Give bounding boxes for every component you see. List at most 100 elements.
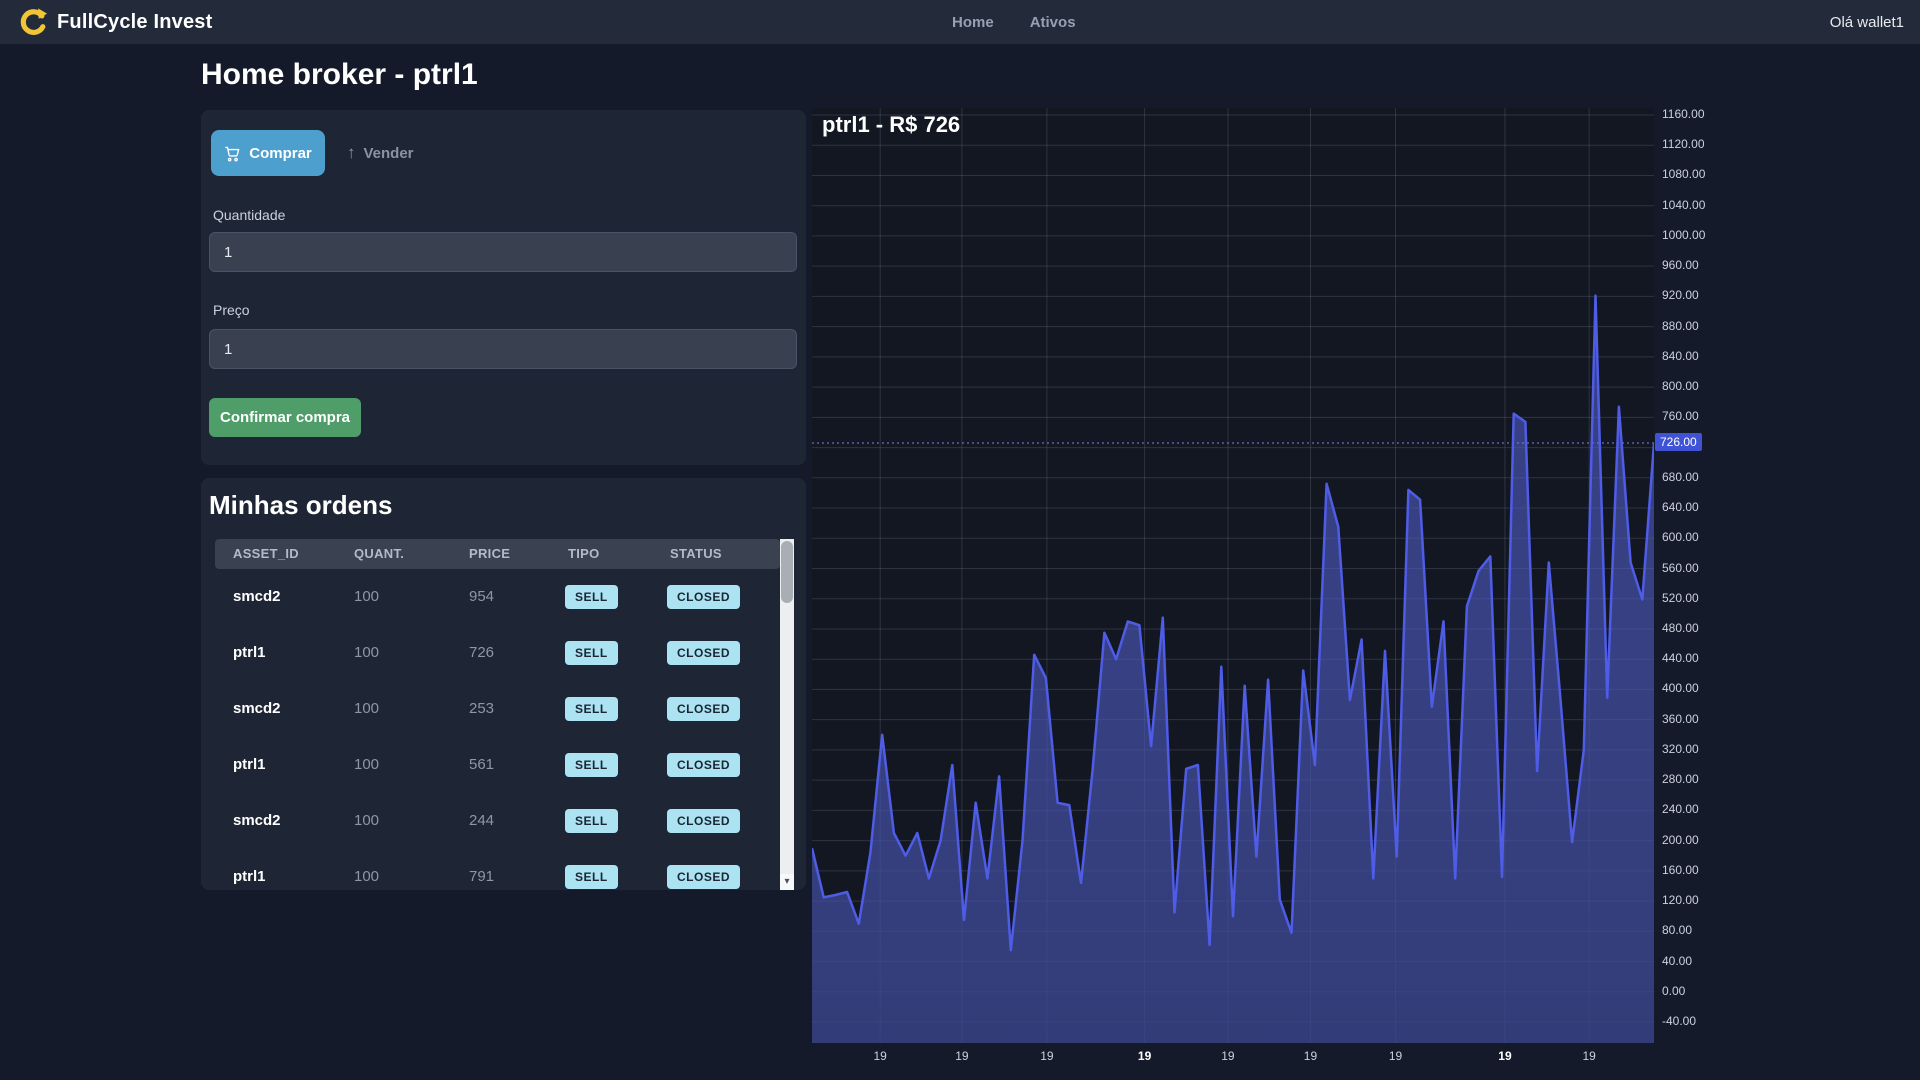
tipo-badge: SELL: [565, 697, 618, 721]
order-price: 954: [469, 569, 494, 625]
order-quant: 100: [354, 849, 379, 890]
tipo-badge: SELL: [565, 865, 618, 889]
y-axis-tick-label: 480.00: [1662, 621, 1732, 635]
y-axis-tick-label: 440.00: [1662, 651, 1732, 665]
y-axis-tick-label: 1080.00: [1662, 167, 1732, 181]
order-asset: smcd2: [233, 569, 281, 625]
scrollbar-down-button[interactable]: ▾: [780, 874, 794, 890]
order-price: 253: [469, 681, 494, 737]
order-quant: 100: [354, 737, 379, 793]
col-price: PRICE: [469, 539, 510, 569]
page-title: Home broker - ptrl1: [201, 58, 478, 92]
tab-comprar-label: Comprar: [249, 145, 312, 162]
order-price: 791: [469, 849, 494, 890]
price-chart-plot[interactable]: ptrl1 - R$ 726: [812, 108, 1654, 1043]
y-axis-tick-label: 160.00: [1662, 863, 1732, 877]
quantity-input[interactable]: [209, 232, 797, 272]
order-asset: smcd2: [233, 681, 281, 737]
y-axis-tick-label: 560.00: [1662, 561, 1732, 575]
order-quant: 100: [354, 569, 379, 625]
y-axis-tick-label: 840.00: [1662, 349, 1732, 363]
x-axis-tick-label: 19: [1215, 1049, 1241, 1063]
y-axis-tick-label: 280.00: [1662, 772, 1732, 786]
x-axis-tick-label: 19: [1034, 1049, 1060, 1063]
scrollbar-thumb[interactable]: [781, 541, 793, 603]
orders-table-header: ASSET_ID QUANT. PRICE TIPO STATUS: [215, 539, 780, 569]
col-quant: QUANT.: [354, 539, 404, 569]
y-axis-tick-label: 760.00: [1662, 409, 1732, 423]
x-axis-tick-label: 19: [1383, 1049, 1409, 1063]
y-axis-tick-label: 680.00: [1662, 470, 1732, 484]
y-axis-tick-label: 200.00: [1662, 833, 1732, 847]
x-axis-tick-label: 19: [1297, 1049, 1323, 1063]
y-axis-tick-label: 0.00: [1662, 984, 1732, 998]
y-axis-tick-label: 40.00: [1662, 954, 1732, 968]
order-asset: ptrl1: [233, 737, 266, 793]
x-axis-tick-label: 19: [867, 1049, 893, 1063]
status-badge: CLOSED: [667, 697, 740, 721]
y-axis-tick-label: 360.00: [1662, 712, 1732, 726]
y-axis-tick-label: 120.00: [1662, 893, 1732, 907]
current-price-badge: 726.00: [1655, 433, 1702, 451]
order-price: 726: [469, 625, 494, 681]
price-input[interactable]: [209, 329, 797, 369]
order-row: smcd2 100 954 SELL CLOSED: [215, 569, 780, 625]
orders-title: Minhas ordens: [209, 490, 392, 521]
tipo-badge: SELL: [565, 585, 618, 609]
order-row: smcd2 100 253 SELL CLOSED: [215, 681, 780, 737]
brand: FullCycle Invest: [18, 0, 212, 44]
status-badge: CLOSED: [667, 641, 740, 665]
order-asset: ptrl1: [233, 849, 266, 890]
y-axis-tick-label: 240.00: [1662, 802, 1732, 816]
col-asset-id: ASSET_ID: [233, 539, 299, 569]
main-nav: Home Ativos: [952, 0, 1076, 44]
x-axis-tick-label: 19: [1492, 1049, 1518, 1063]
status-badge: CLOSED: [667, 809, 740, 833]
user-greeting: Olá wallet1: [1830, 0, 1904, 44]
order-row: ptrl1100561SELLCLOSED: [215, 737, 780, 793]
tab-comprar[interactable]: Comprar: [211, 130, 325, 176]
order-price: 244: [469, 793, 494, 849]
order-asset: smcd2: [233, 793, 281, 849]
brand-logo-icon: [18, 7, 48, 37]
y-axis-tick-label: 1160.00: [1662, 107, 1732, 121]
order-row: ptrl1100791SELLCLOSED: [215, 849, 780, 890]
y-axis-tick-label: 880.00: [1662, 319, 1732, 333]
price-label: Preço: [213, 302, 250, 318]
app-root: FullCycle Invest Home Ativos Olá wallet1…: [0, 0, 1920, 1080]
arrow-up-icon: ↑: [347, 143, 356, 163]
y-axis-tick-label: 600.00: [1662, 530, 1732, 544]
order-asset: ptrl1: [233, 625, 266, 681]
orders-card: Minhas ordens ASSET_ID QUANT. PRICE TIPO…: [201, 478, 806, 890]
nav-home[interactable]: Home: [952, 14, 994, 31]
order-quant: 100: [354, 681, 379, 737]
y-axis-tick-label: 800.00: [1662, 379, 1732, 393]
y-axis-tick-label: 920.00: [1662, 288, 1732, 302]
y-axis-tick-label: 400.00: [1662, 681, 1732, 695]
confirm-buy-button[interactable]: Confirmar compra: [209, 398, 361, 437]
order-row: smcd2100244SELLCLOSED: [215, 793, 780, 849]
order-quant: 100: [354, 625, 379, 681]
app-header: FullCycle Invest Home Ativos Olá wallet1: [0, 0, 1920, 44]
orders-scrollbar[interactable]: ▾: [780, 539, 794, 890]
status-badge: CLOSED: [667, 585, 740, 609]
y-axis-tick-label: 520.00: [1662, 591, 1732, 605]
y-axis-tick-label: 1040.00: [1662, 198, 1732, 212]
y-axis-tick-label: 1000.00: [1662, 228, 1732, 242]
tab-vender[interactable]: ↑ Vender: [341, 130, 420, 176]
price-chart-canvas[interactable]: [812, 108, 1654, 1043]
col-tipo: TIPO: [568, 539, 600, 569]
trade-card: Comprar ↑ Vender Quantidade Preço Confir…: [201, 110, 806, 465]
tipo-badge: SELL: [565, 809, 618, 833]
order-row: ptrl1100726SELLCLOSED: [215, 625, 780, 681]
brand-title: FullCycle Invest: [57, 11, 212, 34]
order-price: 561: [469, 737, 494, 793]
nav-ativos[interactable]: Ativos: [1030, 14, 1076, 31]
tab-vender-label: Vender: [364, 145, 414, 162]
y-axis-tick-label: -40.00: [1662, 1014, 1732, 1028]
y-axis-tick-label: 80.00: [1662, 923, 1732, 937]
tipo-badge: SELL: [565, 753, 618, 777]
x-axis-tick-label: 19: [1132, 1049, 1158, 1063]
y-axis-tick-label: 1120.00: [1662, 137, 1732, 151]
y-axis-tick-label: 640.00: [1662, 500, 1732, 514]
